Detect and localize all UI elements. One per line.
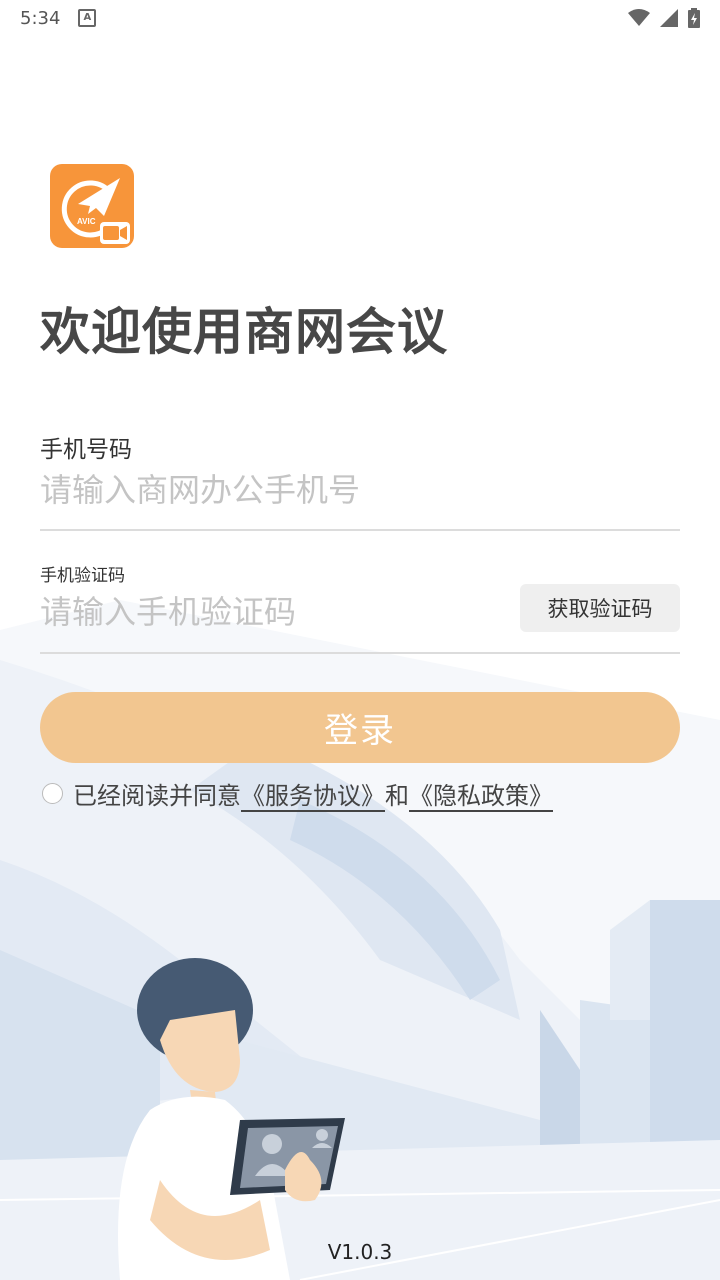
battery-icon <box>688 8 700 28</box>
agreement-row: 已经阅读并同意 《服务协议》 和 《隐私政策》 <box>42 776 553 811</box>
status-time: 5:34 <box>20 7 61 29</box>
get-code-button[interactable]: 获取验证码 <box>520 584 680 632</box>
service-agreement-link[interactable]: 《服务协议》 <box>241 776 385 811</box>
code-input[interactable] <box>40 588 500 636</box>
code-divider <box>40 652 680 654</box>
signal-icon <box>660 9 678 27</box>
app-logo-icon: AVIC <box>50 164 134 248</box>
svg-text:AVIC: AVIC <box>77 217 96 226</box>
agreement-conjunction: 和 <box>385 782 409 810</box>
login-button[interactable]: 登录 <box>40 692 680 763</box>
notification-a-icon: A <box>78 9 97 27</box>
version-label: V1.0.3 <box>327 1240 393 1264</box>
status-bar: 5:34 A <box>0 0 720 36</box>
phone-input[interactable] <box>40 466 680 514</box>
code-label: 手机验证码 <box>40 566 125 586</box>
phone-divider <box>40 529 680 531</box>
agreement-prefix: 已经阅读并同意 <box>73 782 241 810</box>
phone-label: 手机号码 <box>40 437 132 463</box>
agree-radio[interactable] <box>42 783 63 804</box>
wifi-icon <box>628 9 650 26</box>
welcome-title: 欢迎使用商网会议 <box>40 303 448 361</box>
privacy-policy-link[interactable]: 《隐私政策》 <box>409 776 553 811</box>
